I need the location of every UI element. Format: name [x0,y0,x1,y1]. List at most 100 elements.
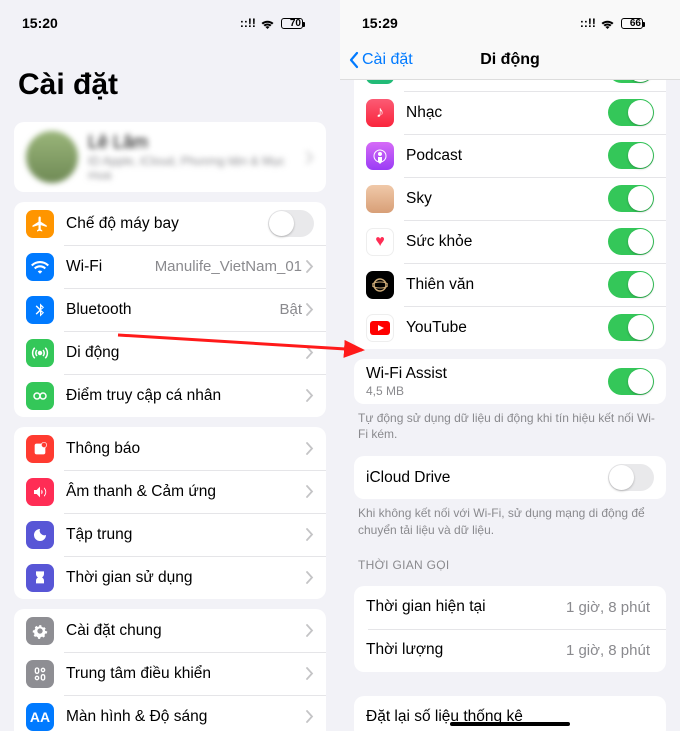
music-icon: ♪ [366,99,394,127]
chevron-left-icon [348,51,360,69]
screentime-icon [26,564,54,592]
wifi-icon [26,253,54,281]
toggle[interactable] [608,185,654,212]
chevron-icon [306,710,314,723]
call-time-group: Thời gian hiện tại1 giờ, 8 phútThời lượn… [354,586,666,672]
g2-cell[interactable]: Thời gian sử dụng [14,556,326,599]
toggle[interactable] [608,80,654,83]
toggle[interactable] [608,99,654,126]
avatar [26,131,78,183]
app-cellular-cell[interactable]: ♥ Sức khỏe [354,220,666,263]
g1-cell[interactable]: BluetoothBật [14,288,326,331]
g2-cell[interactable]: Thông báo [14,427,326,470]
call-time-label: Thời lượng [366,641,566,659]
g1-cell[interactable]: Điểm truy cập cá nhân [14,374,326,417]
app-cellular-cell[interactable]: Thiên văn [354,263,666,306]
chevron-icon [306,624,314,637]
app-label: Sky [406,190,608,208]
icloud-drive-toggle[interactable] [608,464,654,491]
display-icon: AA [26,703,54,731]
cell-label: Điểm truy cập cá nhân [66,387,306,405]
chevron-icon [306,151,314,164]
g1-cell[interactable]: Di động [14,331,326,374]
airplane-icon [26,210,54,238]
g1-cell[interactable]: Wi-FiManulife_VietNam_01 [14,245,326,288]
back-button[interactable]: Cài đặt [348,51,413,69]
app-label: YouTube [406,319,608,337]
settings-title: Cài đặt [0,40,340,112]
chevron-icon [306,571,314,584]
icloud-drive-footer: Khi không kết nối với Wi-Fi, sử dụng mạn… [340,499,680,541]
nav-title: Di động [480,51,540,69]
cell-label: Bluetooth [66,301,279,319]
toggle[interactable] [608,271,654,298]
cellular-settings-screen: 15:29 ::!! 66 Cài đặt Di động ♪ NhạcPodca… [340,0,680,731]
wifi-assist-toggle[interactable] [608,368,654,395]
app-cellular-cell[interactable]: Podcast [354,134,666,177]
apps-cellular-group: ♪ Nhạc Podcast Sky ♥ Sức khỏe Thiên văn YouTube [354,80,666,349]
app-label: Nhạc [406,104,608,122]
hotspot-icon [26,382,54,410]
general-group: Cài đặt chung Trung tâm điều khiển AA Màn h… [14,609,326,731]
icloud-drive-group: iCloud Drive [354,456,666,499]
status-icons: ::!! 66 [580,16,658,30]
app-cellular-cell[interactable]: Sky [354,177,666,220]
home-indicator[interactable] [450,722,570,726]
chevron-icon [306,389,314,402]
call-time-cell: Thời gian hiện tại1 giờ, 8 phút [354,586,666,629]
app-cellular-cell[interactable]: YouTube [354,306,666,349]
app-label: Thiên văn [406,276,608,294]
app-label: Sức khỏe [406,233,608,251]
status-bar: 15:29 ::!! 66 [340,0,680,40]
wifi-assist-footer: Tự động sử dụng dữ liệu di động khi tín … [340,404,680,446]
app-icon [366,80,394,84]
app-cellular-cell[interactable]: ♪ Nhạc [354,91,666,134]
app-cell-partial[interactable] [354,80,666,91]
status-time: 15:29 [362,15,398,31]
chevron-icon [306,528,314,541]
toggle[interactable] [608,228,654,255]
toggle[interactable] [608,314,654,341]
toggle[interactable] [268,210,314,237]
cell-label: Thời gian sử dụng [66,569,306,587]
profile-group: Lê Lâm ID Apple, iCloud, Phương tiện & M… [14,122,326,192]
cell-label: Thông báo [66,440,306,458]
icloud-drive-label: iCloud Drive [366,469,608,487]
notifications-icon [26,435,54,463]
podcast-icon [366,142,394,170]
call-time-label: Thời gian hiện tại [366,598,566,616]
cell-label: Tập trung [66,526,306,544]
call-time-header: THỜI GIAN GỌI [340,542,680,576]
status-icons: ::!! 70 [240,16,318,30]
connectivity-group: Chế độ máy bayWi-FiManulife_VietNam_01Bl… [14,202,326,417]
chevron-icon [306,303,314,316]
icloud-drive-cell[interactable]: iCloud Drive [354,456,666,499]
chevron-icon [306,442,314,455]
call-time-value: 1 giờ, 8 phút [566,642,650,659]
focus-icon [26,521,54,549]
chevron-icon [306,485,314,498]
apple-id-cell[interactable]: Lê Lâm ID Apple, iCloud, Phương tiện & M… [14,122,326,192]
nav-bar: Cài đặt Di động [340,40,680,80]
health-icon: ♥ [366,228,394,256]
g3-cell[interactable]: AA Màn hình & Độ sáng [14,695,326,731]
chevron-icon [306,667,314,680]
cell-label: Trung tâm điều khiển [66,665,306,683]
cell-value: Manulife_VietNam_01 [155,258,302,275]
cell-label: Màn hình & Độ sáng [66,708,306,726]
call-time-cell: Thời lượng1 giờ, 8 phút [354,629,666,672]
wifi-assist-label: Wi-Fi Assist [366,365,608,383]
wifi-assist-cell[interactable]: Wi-Fi Assist 4,5 MB [354,359,666,404]
cell-value: Bật [279,301,302,318]
notifications-group: Thông báo Âm thanh & Cảm ứng Tập trung Thời… [14,427,326,599]
g1-cell[interactable]: Chế độ máy bay [14,202,326,245]
g3-cell[interactable]: Cài đặt chung [14,609,326,652]
g2-cell[interactable]: Âm thanh & Cảm ứng [14,470,326,513]
sounds-icon [26,478,54,506]
status-bar: 15:20 ::!! 70 [0,0,340,40]
toggle[interactable] [608,142,654,169]
g3-cell[interactable]: Trung tâm điều khiển [14,652,326,695]
app-label: Podcast [406,147,608,165]
g2-cell[interactable]: Tập trung [14,513,326,556]
cell-label: Wi-Fi [66,258,155,276]
